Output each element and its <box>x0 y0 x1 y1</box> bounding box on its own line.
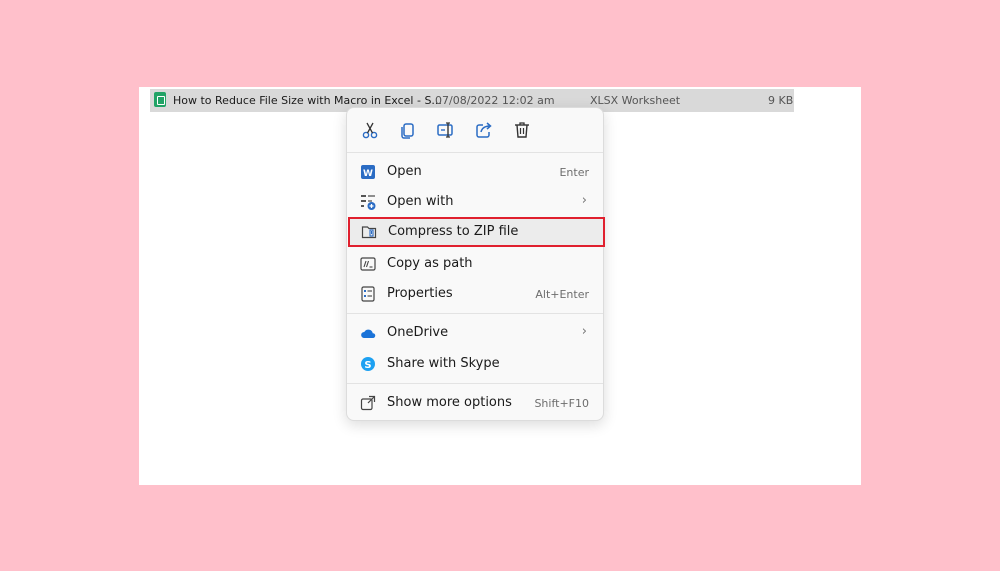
word-icon: W <box>360 164 376 180</box>
scissors-icon <box>362 122 378 139</box>
menu-item-copy-as-path[interactable]: Copy as path <box>351 249 599 279</box>
shortcut-text: Shift+F10 <box>534 397 589 410</box>
onedrive-icon <box>360 325 376 341</box>
menu-item-compress-zip[interactable]: Compress to ZIP file <box>348 217 605 247</box>
menu-item-open[interactable]: W Open Enter <box>351 157 599 187</box>
file-size: 9 KB <box>768 94 794 107</box>
svg-text:S: S <box>364 360 371 371</box>
menu-item-label: Open with <box>387 194 454 209</box>
properties-icon <box>360 286 376 302</box>
menu-item-label: Copy as path <box>387 256 473 271</box>
file-name: How to Reduce File Size with Macro in Ex… <box>173 94 442 107</box>
file-type: XLSX Worksheet <box>590 94 681 107</box>
rename-icon <box>437 122 453 138</box>
file-date: 07/08/2022 12:02 am <box>435 94 555 107</box>
menu-item-label: Open <box>387 164 422 179</box>
menu-separator <box>347 383 603 384</box>
rename-button[interactable] <box>436 120 456 140</box>
zip-folder-icon <box>361 224 377 240</box>
menu-separator <box>347 313 603 314</box>
quick-actions-bar <box>347 108 603 152</box>
copy-path-icon <box>360 256 376 272</box>
cut-button[interactable] <box>360 120 380 140</box>
delete-button[interactable] <box>512 120 532 140</box>
menu-separator <box>347 152 603 153</box>
share-icon <box>476 122 492 138</box>
menu-item-share-skype[interactable]: S Share with Skype <box>351 349 599 379</box>
menu-item-label: OneDrive <box>387 325 449 340</box>
svg-text:W: W <box>363 169 373 179</box>
copy-icon <box>401 123 414 139</box>
copy-button[interactable] <box>398 120 418 140</box>
share-button[interactable] <box>474 120 494 140</box>
menu-item-onedrive[interactable]: OneDrive › <box>351 318 599 348</box>
context-menu: W Open Enter Open with › Compress to ZIP… <box>346 107 605 421</box>
skype-icon: S <box>360 356 376 372</box>
more-options-icon <box>360 395 376 411</box>
trash-icon <box>515 122 529 138</box>
open-with-icon <box>360 194 376 210</box>
chevron-right-icon: › <box>581 324 587 339</box>
menu-item-label: Compress to ZIP file <box>388 224 519 239</box>
menu-item-label: Share with Skype <box>387 356 500 371</box>
menu-item-label: Properties <box>387 286 453 301</box>
shortcut-text: Enter <box>559 166 589 179</box>
shortcut-text: Alt+Enter <box>535 288 589 301</box>
menu-item-properties[interactable]: Properties Alt+Enter <box>351 279 599 309</box>
menu-item-show-more-options[interactable]: Show more options Shift+F10 <box>351 388 599 418</box>
menu-item-label: Show more options <box>387 395 512 410</box>
chevron-right-icon: › <box>581 193 587 208</box>
excel-file-icon <box>154 92 166 107</box>
menu-item-open-with[interactable]: Open with › <box>351 187 599 217</box>
